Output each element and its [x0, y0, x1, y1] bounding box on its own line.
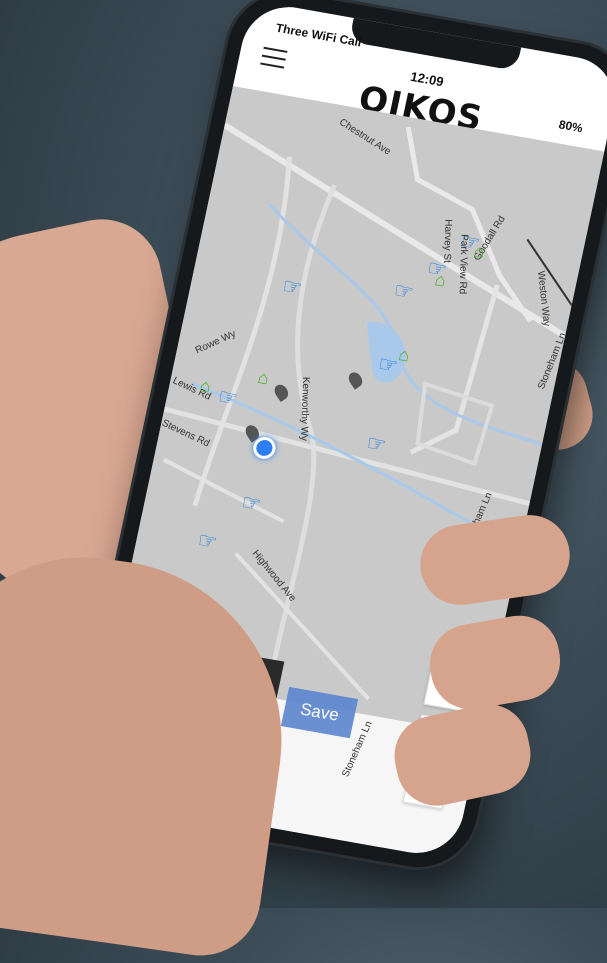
road-label: Kenworthy Wy	[297, 376, 312, 441]
carrier-label: Three WiFi Call	[274, 20, 363, 50]
